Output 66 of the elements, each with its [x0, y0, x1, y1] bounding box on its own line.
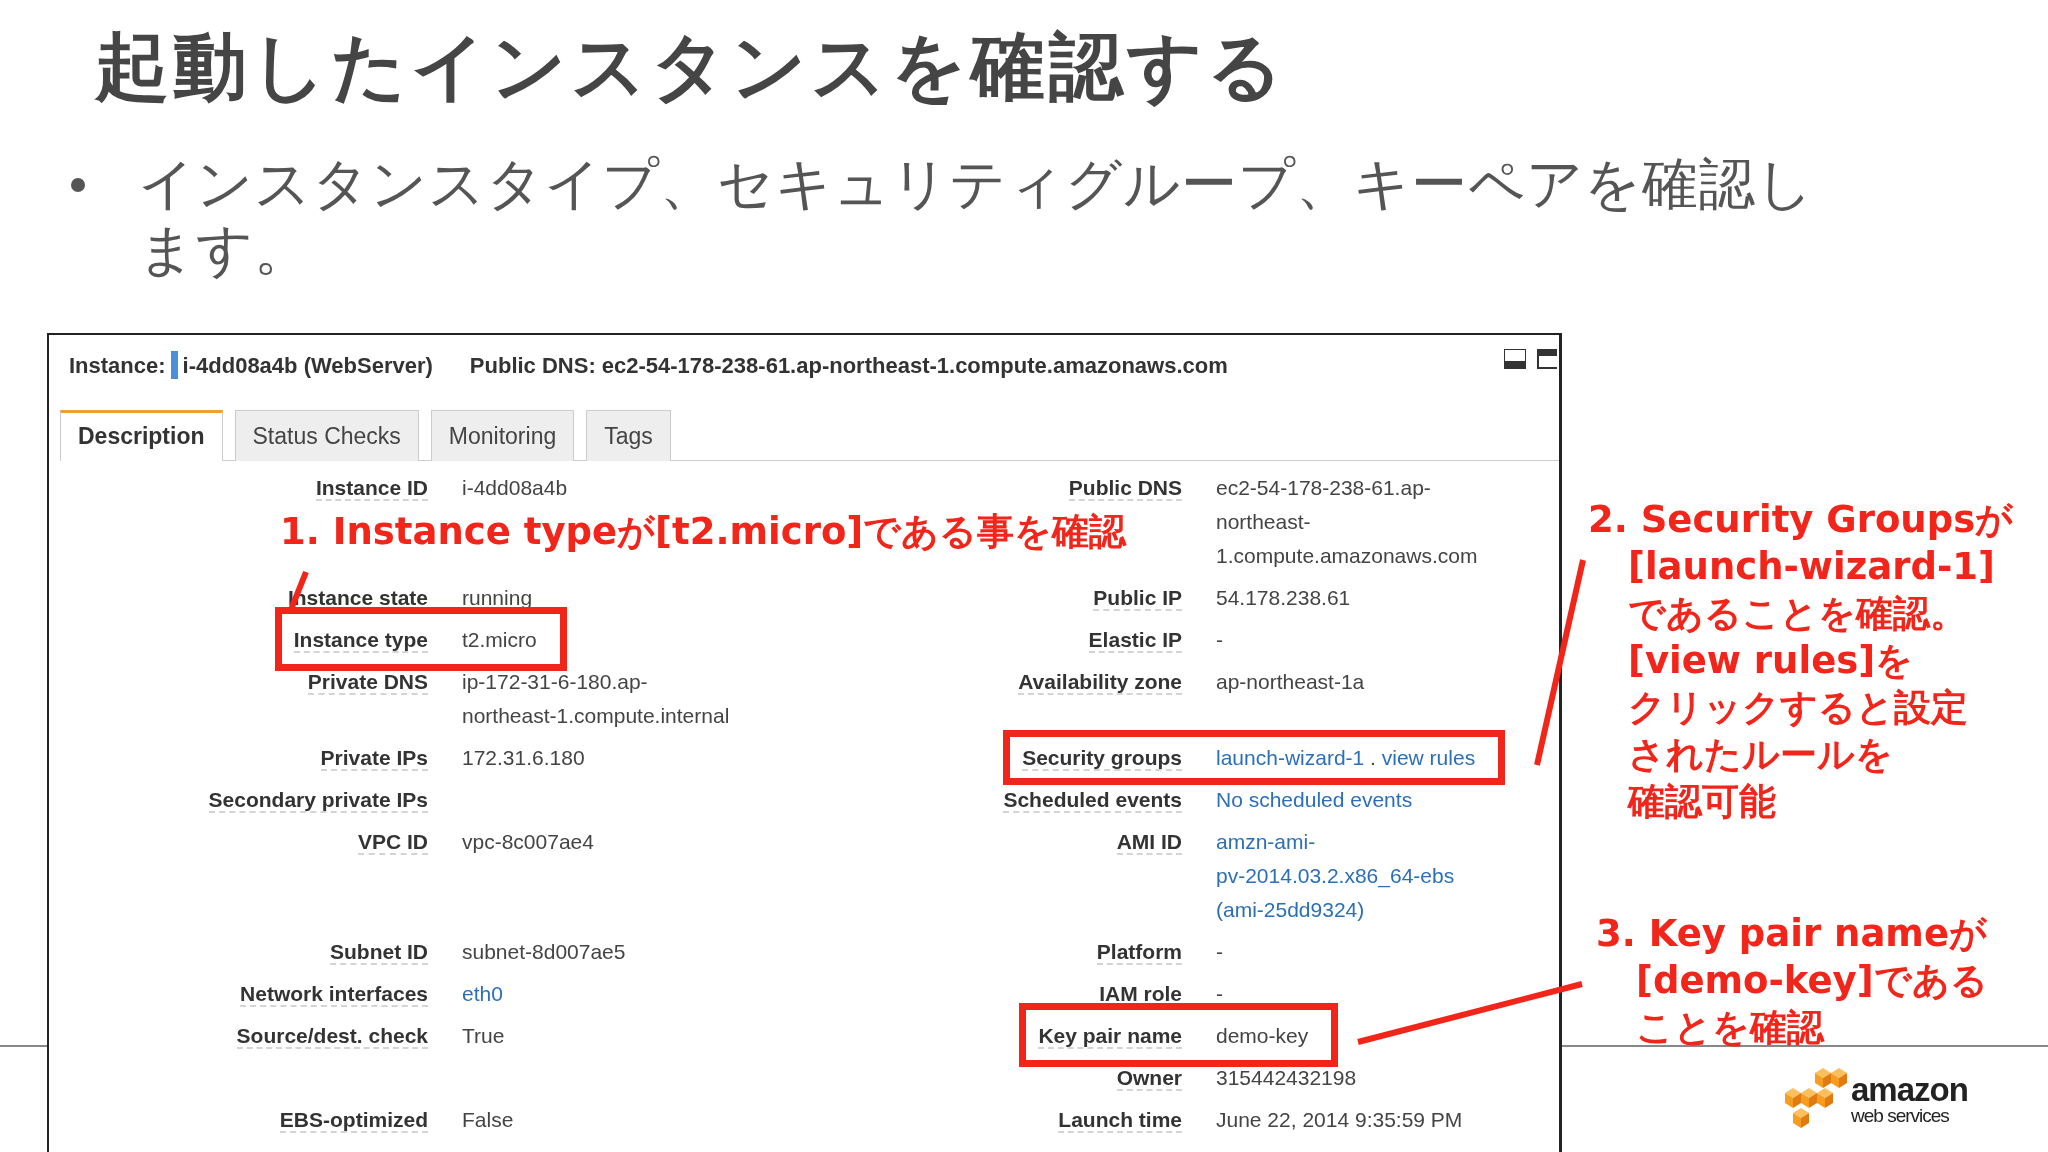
field-value: - [1216, 938, 1223, 965]
instance-label: Instance: [69, 351, 166, 380]
separator-text: . [1370, 745, 1376, 769]
logo-tagline: web services [1851, 1106, 1950, 1125]
field-label: Network interfaces [240, 981, 428, 1007]
maximize-icon[interactable] [1537, 349, 1557, 369]
field-value: i-4dd08a4b [462, 474, 568, 501]
field-value: running [462, 584, 533, 611]
field-label: Platform [1096, 939, 1182, 965]
tab[interactable]: Monitoring [430, 410, 575, 461]
field-value: June 22, 2014 9:35:59 PM [1216, 1106, 1463, 1133]
field-value: vpc-8c007ae4 [462, 828, 594, 855]
field-value: demo-key [1216, 1022, 1309, 1049]
field-link[interactable]: view rules [1381, 745, 1476, 769]
field-value: ec2-54-178-238-61.ap- northeast- 1.compute.amazonaws.com [1216, 474, 1478, 569]
callout-text: 3. Key pair nameが [demo-key]である ことを確認 [1596, 911, 1988, 1051]
field-label: Public IP [1093, 585, 1182, 611]
field-label: Elastic IP [1088, 627, 1182, 653]
field-label: AMI ID [1116, 829, 1182, 855]
field-label: Secondary private IPs [208, 787, 428, 813]
field-value: subnet-8d007ae5 [462, 938, 626, 965]
field-value: 172.31.6.180 [462, 744, 585, 771]
field-value: t2.micro [462, 626, 537, 653]
field-label: Instance ID [315, 475, 428, 501]
field-label: Private IPs [320, 745, 428, 771]
field-label: VPC ID [358, 829, 428, 855]
field-link[interactable]: launch-wizard-1 [1216, 745, 1365, 769]
minimize-icon[interactable] [1504, 349, 1526, 369]
field-label: EBS-optimized [279, 1107, 428, 1133]
field-value: False [462, 1106, 514, 1133]
callout-text: 1. Instance typeが[t2.micro]である事を確認 [280, 509, 1127, 555]
field-value: ap-northeast-1a [1216, 668, 1365, 695]
cubes-logo-icon [1785, 1068, 1849, 1130]
public-dns-label: Public DNS: [469, 351, 596, 380]
field-label: Private DNS [307, 669, 428, 695]
field-label: Source/dest. check [236, 1023, 428, 1049]
callout-text: 2. Security Groupsが [launch-wizard-1] であることを確認。 [view rules]を クリックすると設定 されたルールを 確認可能 [1588, 497, 2014, 825]
field-link[interactable]: No scheduled events [1216, 782, 1413, 817]
bullet-text: インスタンスタイプ、セキュリティグループ、キーペアを確認します。 [138, 150, 1815, 283]
tab[interactable]: Description [60, 410, 223, 461]
instance-name: i-4dd08a4b (WebServer) [182, 351, 433, 380]
field-link[interactable]: amzn-ami- pv-2014.03.2.x86_64-ebs (ami-25dd9324) [1216, 824, 1455, 927]
color-bar-icon [170, 351, 178, 379]
public-dns-value: ec2-54-178-238-61.ap-northeast-1.compute.amazonaws.com [601, 351, 1228, 380]
field-label: Launch time [1058, 1107, 1182, 1133]
field-value: 54.178.238.61 [1216, 584, 1351, 611]
field-label: Public DNS [1068, 475, 1182, 501]
field-value: ip-172-31-6-180.ap- northeast-1.compute.internal [462, 668, 730, 729]
field-label: Subnet ID [330, 939, 428, 965]
bullet-icon [70, 176, 86, 193]
logo-wordmark: amazon [1851, 1073, 1968, 1106]
field-label: Owner [1116, 1065, 1182, 1091]
field-label: IAM role [1099, 981, 1182, 1007]
field-value: 315442432198 [1216, 1064, 1357, 1091]
slide-title: 起動したインスタンスを確認する [93, 22, 1288, 111]
field-value: - [1216, 980, 1223, 1007]
field-label: Instance type [293, 627, 428, 653]
tab[interactable]: Tags [586, 410, 671, 461]
field-label: Scheduled events [1003, 787, 1182, 813]
field-label: Availability zone [1018, 669, 1182, 695]
field-link[interactable]: eth0 [462, 976, 503, 1011]
tab[interactable]: Status Checks [234, 410, 419, 461]
field-value: - [1216, 626, 1223, 653]
field-label: Key pair name [1038, 1023, 1182, 1049]
field-value: True [462, 1022, 505, 1049]
field-label: Security groups [1022, 745, 1182, 771]
